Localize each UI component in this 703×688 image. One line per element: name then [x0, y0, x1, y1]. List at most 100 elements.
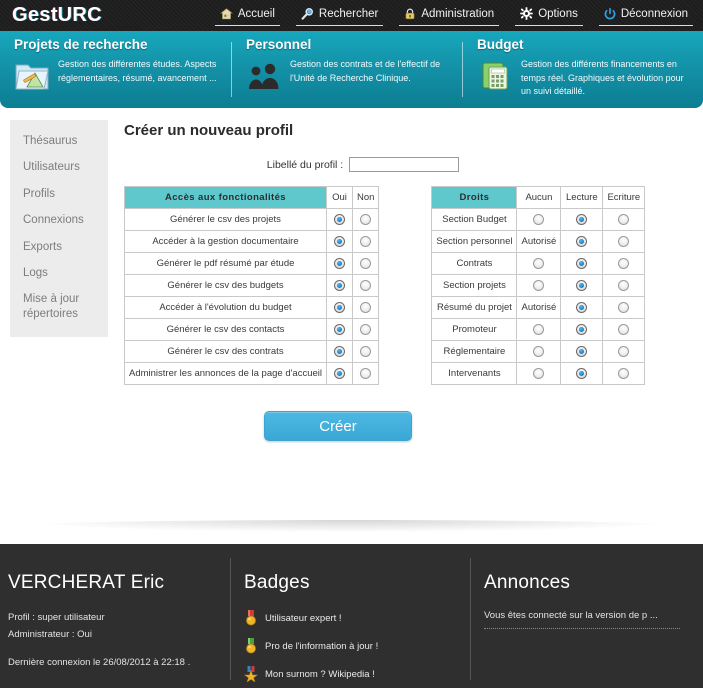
feature-non-cell[interactable]: [351, 230, 380, 253]
radio-non[interactable]: [360, 323, 372, 335]
banner-card-personnel[interactable]: Personnel Gestion des contrats et de l'e…: [232, 31, 463, 108]
sidebar-item-logs[interactable]: Logs: [10, 260, 108, 286]
banner-card-budget[interactable]: Budget Gestion des différents financemen…: [463, 31, 703, 108]
right-ecriture-cell[interactable]: [602, 296, 646, 319]
nav-item-administration[interactable]: Administration: [391, 0, 507, 31]
right-ecriture-cell[interactable]: [602, 252, 646, 275]
radio-aucun[interactable]: [533, 213, 545, 225]
radio-oui[interactable]: [333, 213, 345, 225]
right-ecriture-cell[interactable]: [602, 230, 646, 253]
banner-card-projets[interactable]: Projets de recherche Gestion des différe…: [0, 31, 232, 108]
radio-non[interactable]: [360, 301, 372, 313]
radio-lecture[interactable]: [576, 345, 588, 357]
radio-ecriture[interactable]: [618, 301, 630, 313]
radio-aucun[interactable]: [533, 257, 545, 269]
feature-oui-cell[interactable]: [325, 208, 353, 231]
feature-oui-cell[interactable]: [325, 230, 353, 253]
feature-non-cell[interactable]: [351, 362, 380, 385]
radio-aucun[interactable]: [533, 367, 545, 379]
radio-ecriture[interactable]: [618, 257, 630, 269]
right-aucun-cell[interactable]: [516, 318, 562, 341]
radio-lecture[interactable]: [576, 323, 588, 335]
nav-item-options[interactable]: Options: [507, 0, 591, 31]
right-aucun-cell[interactable]: [516, 252, 562, 275]
right-lecture-cell[interactable]: [560, 252, 604, 275]
radio-lecture[interactable]: [576, 367, 588, 379]
top-bar: GestURC Accueil Rechercher Administratio…: [0, 0, 703, 31]
radio-aucun[interactable]: [533, 279, 545, 291]
nav-item-deconnexion[interactable]: Déconnexion: [591, 0, 701, 31]
right-name: Section personnel: [431, 230, 518, 253]
nav-item-rechercher[interactable]: Rechercher: [288, 0, 391, 31]
right-aucun-cell[interactable]: [516, 274, 562, 297]
right-lecture-cell[interactable]: [560, 296, 604, 319]
right-aucun-cell[interactable]: [516, 208, 562, 231]
creer-button[interactable]: Créer: [264, 411, 412, 441]
radio-ecriture[interactable]: [618, 279, 630, 291]
radio-oui[interactable]: [333, 301, 345, 313]
right-lecture-cell[interactable]: [560, 362, 604, 385]
radio-ecriture[interactable]: [618, 323, 630, 335]
right-ecriture-cell[interactable]: [602, 340, 646, 363]
feature-non-cell[interactable]: [351, 252, 380, 275]
feature-name: Générer le csv des contacts: [124, 318, 327, 341]
nav-item-accueil[interactable]: Accueil: [207, 0, 288, 31]
radio-ecriture[interactable]: [618, 367, 630, 379]
right-ecriture-cell[interactable]: [602, 208, 646, 231]
radio-oui[interactable]: [333, 345, 345, 357]
radio-oui[interactable]: [333, 323, 345, 335]
table-row: Promoteur: [431, 318, 646, 341]
feature-oui-cell[interactable]: [325, 296, 353, 319]
radio-non[interactable]: [360, 235, 372, 247]
radio-lecture[interactable]: [576, 235, 588, 247]
radio-oui[interactable]: [333, 235, 345, 247]
right-lecture-cell[interactable]: [560, 208, 604, 231]
radio-ecriture[interactable]: [618, 213, 630, 225]
sidebar-item-connexions[interactable]: Connexions: [10, 207, 108, 233]
feature-name: Générer le csv des budgets: [124, 274, 327, 297]
radio-oui[interactable]: [333, 279, 345, 291]
right-aucun-cell[interactable]: [516, 340, 562, 363]
radio-oui[interactable]: [333, 367, 345, 379]
right-lecture-cell[interactable]: [560, 274, 604, 297]
sidebar-item-mise-a-jour-repertoires[interactable]: Mise à jour répertoires: [10, 286, 108, 327]
radio-lecture[interactable]: [576, 279, 588, 291]
feature-oui-cell[interactable]: [325, 340, 353, 363]
radio-non[interactable]: [360, 213, 372, 225]
radio-non[interactable]: [360, 367, 372, 379]
right-lecture-cell[interactable]: [560, 318, 604, 341]
radio-ecriture[interactable]: [618, 345, 630, 357]
right-aucun-cell[interactable]: [516, 362, 562, 385]
sidebar-item-thesaurus[interactable]: Thésaurus: [10, 128, 108, 154]
feature-oui-cell[interactable]: [325, 252, 353, 275]
feature-oui-cell[interactable]: [325, 274, 353, 297]
profile-label-input[interactable]: [349, 157, 460, 172]
feature-non-cell[interactable]: [351, 296, 380, 319]
feature-non-cell[interactable]: [351, 274, 380, 297]
radio-lecture[interactable]: [576, 257, 588, 269]
right-aucun-cell: Autorisé: [516, 230, 562, 253]
sidebar-item-exports[interactable]: Exports: [10, 234, 108, 260]
radio-non[interactable]: [360, 279, 372, 291]
feature-oui-cell[interactable]: [325, 362, 353, 385]
sidebar-item-profils[interactable]: Profils: [10, 181, 108, 207]
right-ecriture-cell[interactable]: [602, 274, 646, 297]
feature-non-cell[interactable]: [351, 208, 380, 231]
radio-non[interactable]: [360, 345, 372, 357]
radio-aucun[interactable]: [533, 345, 545, 357]
radio-aucun[interactable]: [533, 323, 545, 335]
feature-oui-cell[interactable]: [325, 318, 353, 341]
radio-ecriture[interactable]: [618, 235, 630, 247]
feature-non-cell[interactable]: [351, 340, 380, 363]
right-ecriture-cell[interactable]: [602, 318, 646, 341]
right-lecture-cell[interactable]: [560, 340, 604, 363]
radio-lecture[interactable]: [576, 213, 588, 225]
sidebar-item-utilisateurs[interactable]: Utilisateurs: [10, 154, 108, 180]
radio-lecture[interactable]: [576, 301, 588, 313]
annonce-item[interactable]: Vous êtes connecté sur la version de p .…: [484, 610, 680, 629]
feature-non-cell[interactable]: [351, 318, 380, 341]
right-ecriture-cell[interactable]: [602, 362, 646, 385]
right-lecture-cell[interactable]: [560, 230, 604, 253]
radio-non[interactable]: [360, 257, 372, 269]
radio-oui[interactable]: [333, 257, 345, 269]
